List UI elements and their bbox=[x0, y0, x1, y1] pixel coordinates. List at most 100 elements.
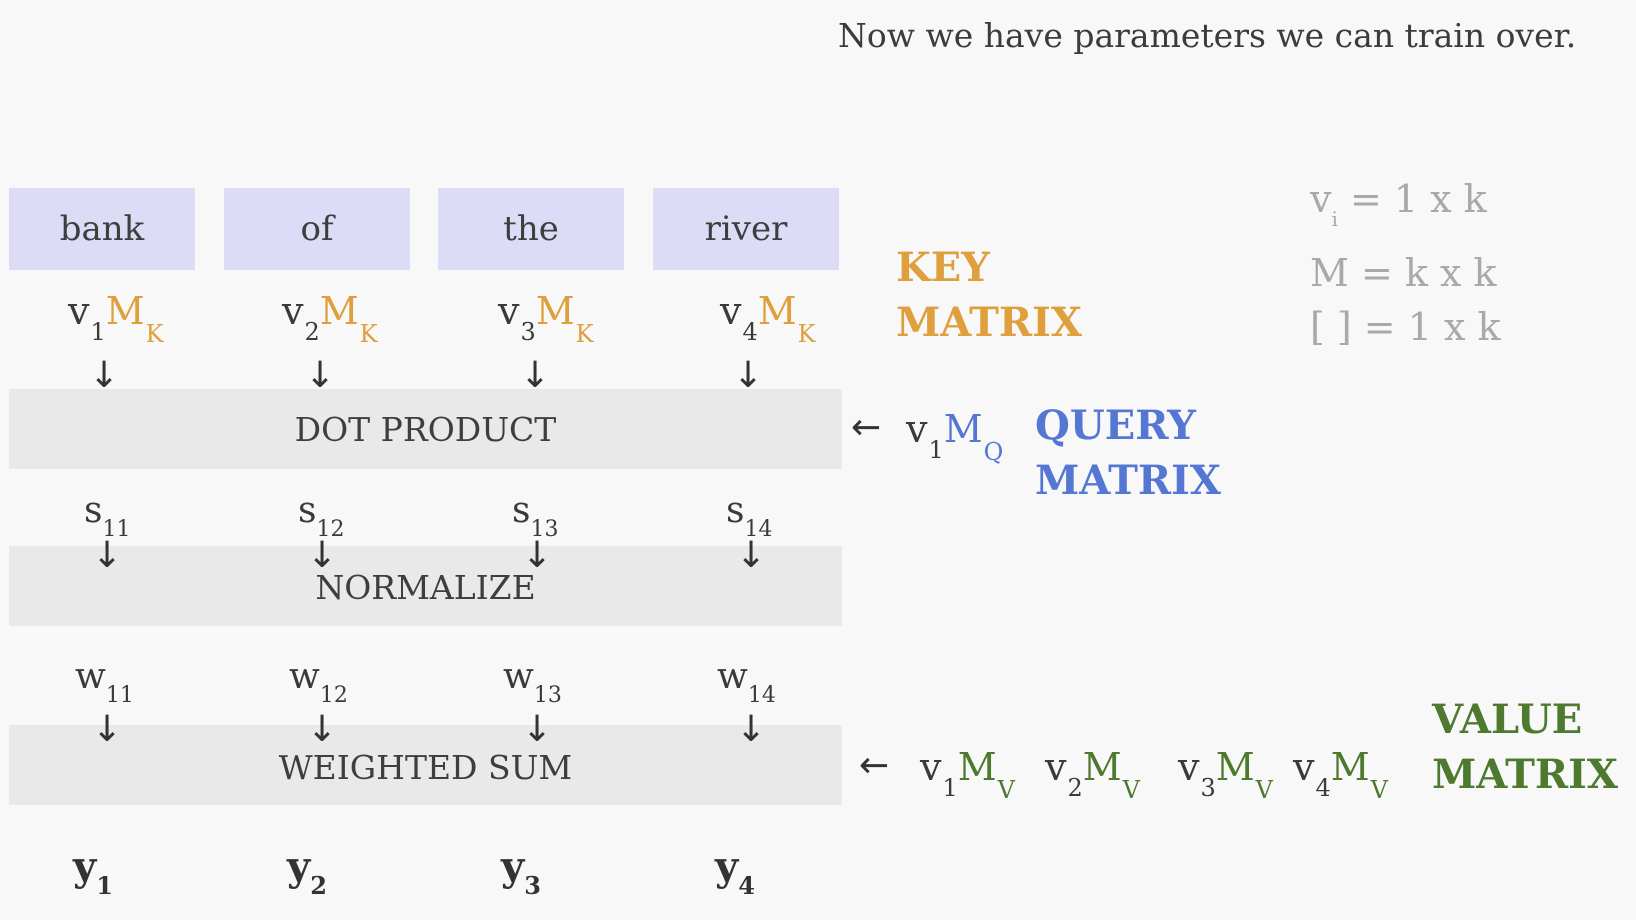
expr-matrix-sub: K bbox=[575, 320, 594, 348]
dimensions-note: vi = 1 x k M = k x k [ ] = 1 x k bbox=[1310, 172, 1501, 354]
output-base: y bbox=[287, 843, 311, 890]
word-box-of: of bbox=[224, 188, 410, 270]
output-base: y bbox=[715, 843, 739, 890]
weight-index: 13 bbox=[533, 683, 562, 708]
expr-index: 1 bbox=[942, 774, 958, 802]
output-index: 2 bbox=[310, 871, 327, 900]
query-label-line2: MATRIX bbox=[1035, 457, 1221, 504]
weight-index: 12 bbox=[319, 683, 348, 708]
expr-matrix-sub: V bbox=[997, 776, 1016, 804]
output-index: 4 bbox=[738, 871, 755, 900]
expr-index: 4 bbox=[742, 318, 758, 346]
expr-m: M bbox=[1215, 745, 1255, 789]
expr-v: v bbox=[720, 289, 742, 333]
query-matrix-label: QUERY MATRIX bbox=[1035, 398, 1221, 508]
output-y4: y4 bbox=[715, 843, 755, 900]
expr-v: v bbox=[282, 289, 304, 333]
normalize-label: NORMALIZE bbox=[315, 568, 536, 607]
expr-matrix-sub: K bbox=[359, 320, 378, 348]
arrow-left-icon: ← bbox=[851, 407, 882, 448]
value-label-line1: VALUE bbox=[1432, 696, 1583, 743]
expr-m: M bbox=[1330, 745, 1370, 789]
weight-w12: w12 bbox=[289, 656, 348, 708]
weight-w13: w13 bbox=[503, 656, 562, 708]
expr-m: M bbox=[757, 289, 797, 333]
dims-line-bracket: [ ] = 1 x k bbox=[1310, 305, 1501, 349]
expr-v: v bbox=[1293, 745, 1315, 789]
value-label-line2: MATRIX bbox=[1432, 751, 1618, 798]
output-y1: y1 bbox=[73, 843, 113, 900]
key-matrix-label: KEY MATRIX bbox=[896, 240, 1082, 350]
arrow-down-icon: ↓ bbox=[736, 709, 767, 750]
dot-product-label: DOT PRODUCT bbox=[294, 410, 557, 449]
dims-v: v bbox=[1310, 177, 1332, 221]
arrow-down-icon: ↓ bbox=[736, 535, 767, 576]
value-expr-3: v3MV bbox=[1178, 748, 1273, 802]
weight-base: w bbox=[503, 656, 534, 697]
expr-matrix-sub: V bbox=[1122, 776, 1141, 804]
value-matrix-label: VALUE MATRIX bbox=[1432, 692, 1618, 802]
expr-matrix-sub: V bbox=[1370, 776, 1389, 804]
score-base: s bbox=[726, 490, 745, 531]
arrow-down-icon: ↓ bbox=[522, 535, 553, 576]
expr-matrix-sub: K bbox=[145, 320, 164, 348]
arrow-down-icon: ↓ bbox=[92, 709, 123, 750]
weight-w14: w14 bbox=[717, 656, 776, 708]
expr-v: v bbox=[1178, 745, 1200, 789]
key-expr-2: v2MK bbox=[282, 292, 378, 346]
value-expr-2: v2MV bbox=[1045, 748, 1140, 802]
output-index: 3 bbox=[524, 871, 541, 900]
expr-index: 1 bbox=[90, 318, 106, 346]
dims-rest: = 1 x k bbox=[1337, 177, 1487, 221]
expr-v: v bbox=[1045, 745, 1067, 789]
arrow-down-icon: ↓ bbox=[307, 535, 338, 576]
query-label-line1: QUERY bbox=[1035, 402, 1196, 449]
output-y2: y2 bbox=[287, 843, 327, 900]
output-base: y bbox=[73, 843, 97, 890]
output-index: 1 bbox=[96, 871, 113, 900]
expr-v: v bbox=[906, 407, 928, 451]
expr-m: M bbox=[957, 745, 997, 789]
key-label-line1: KEY bbox=[896, 244, 990, 291]
weight-base: w bbox=[289, 656, 320, 697]
expr-m: M bbox=[105, 289, 145, 333]
expr-index: 4 bbox=[1315, 774, 1331, 802]
expr-v: v bbox=[920, 745, 942, 789]
expr-matrix-sub: Q bbox=[983, 438, 1004, 466]
expr-index: 3 bbox=[1200, 774, 1216, 802]
expr-v: v bbox=[498, 289, 520, 333]
dims-line-vi: vi = 1 x k bbox=[1310, 172, 1501, 246]
expr-m: M bbox=[1082, 745, 1122, 789]
expr-v: v bbox=[68, 289, 90, 333]
expr-m: M bbox=[535, 289, 575, 333]
word-box-bank: bank bbox=[9, 188, 195, 270]
key-label-line2: MATRIX bbox=[896, 299, 1082, 346]
expr-matrix-sub: K bbox=[797, 320, 816, 348]
arrow-down-icon: ↓ bbox=[307, 709, 338, 750]
weight-base: w bbox=[717, 656, 748, 697]
arrow-left-icon: ← bbox=[859, 745, 890, 786]
dims-line-m: M = k x k bbox=[1310, 251, 1497, 295]
key-expr-1: v1MK bbox=[68, 292, 164, 346]
arrow-down-icon: ↓ bbox=[522, 709, 553, 750]
expr-matrix-sub: V bbox=[1255, 776, 1274, 804]
expr-index: 2 bbox=[304, 318, 320, 346]
arrow-down-icon: ↓ bbox=[92, 535, 123, 576]
value-expr-1: v1MV bbox=[920, 748, 1015, 802]
query-expr: v1MQ bbox=[906, 410, 1003, 464]
key-expr-4: v4MK bbox=[720, 292, 816, 346]
value-expr-4: v4MV bbox=[1293, 748, 1388, 802]
key-expr-3: v3MK bbox=[498, 292, 594, 346]
score-base: s bbox=[84, 490, 103, 531]
expr-index: 1 bbox=[928, 436, 944, 464]
output-base: y bbox=[501, 843, 525, 890]
slide-caption: Now we have parameters we can train over… bbox=[838, 16, 1577, 55]
score-base: s bbox=[512, 490, 531, 531]
weight-index: 11 bbox=[105, 683, 134, 708]
expr-m: M bbox=[319, 289, 359, 333]
weighted-sum-label: WEIGHTED SUM bbox=[278, 748, 573, 787]
weight-index: 14 bbox=[747, 683, 776, 708]
word-box-the: the bbox=[438, 188, 624, 270]
weight-w11: w11 bbox=[75, 656, 134, 708]
score-base: s bbox=[298, 490, 317, 531]
